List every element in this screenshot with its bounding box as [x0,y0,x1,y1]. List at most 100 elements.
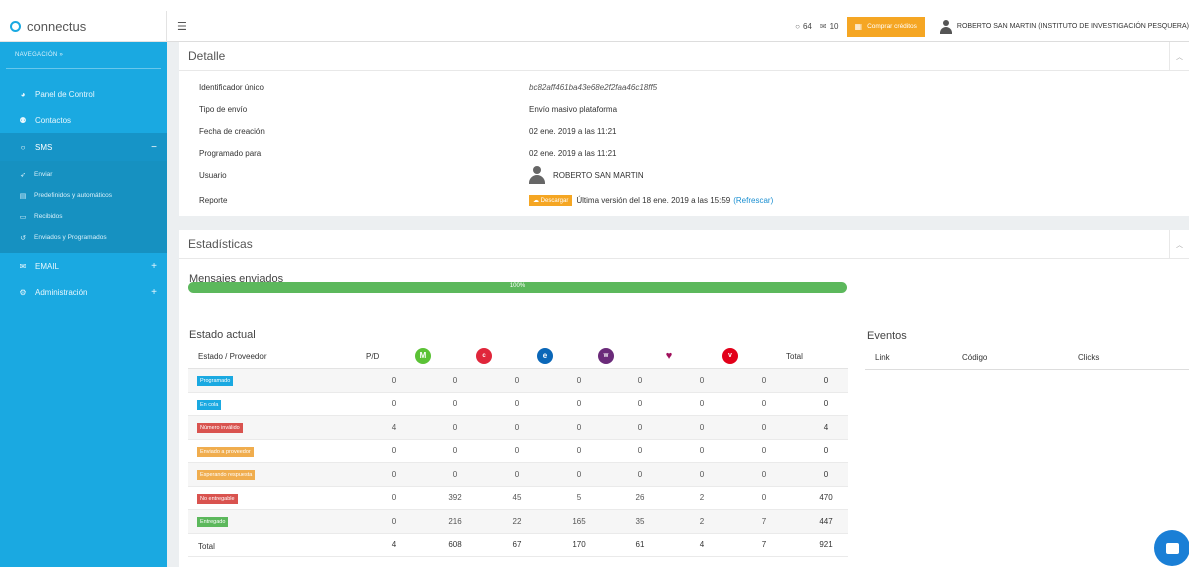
table-cell: 26 [635,493,645,503]
buy-credits-button[interactable]: ▦ Comprar créditos [846,16,925,37]
sidebar-item-administracion[interactable]: ⚙ Administración + [0,279,167,305]
user-avatar-icon [529,166,545,184]
sidebar-item-sms[interactable]: ○ SMS − [0,133,167,161]
movistar-logo: M [414,343,432,368]
sidebar-item-label: Panel de Control [35,89,95,99]
table-cell: 0 [576,399,582,409]
entel-logo: e [536,343,554,368]
main-content: Detalle ︿ Identificador único bc82aff461… [167,42,1189,567]
table-cell: 0 [391,516,397,526]
sidebar-item-panel-de-control[interactable]: ◕ Panel de Control [0,81,167,107]
collapse-detalle-icon[interactable]: ︿ [1169,42,1189,71]
sidebar-item-email[interactable]: ✉ EMAIL + [0,253,167,279]
sidebar-subitem-predefinidos[interactable]: ▤ Predefinidos y automáticos [0,185,167,206]
expand-toggle-icon: + [151,286,157,298]
expand-toggle-icon: + [151,260,157,272]
col-pd-header: P/D [366,352,380,361]
total-cell: 61 [635,540,645,550]
table-row: Entregado 0 216 22 165 35 2 7 447 [188,510,848,534]
table-row: En cola 0 0 0 0 0 0 0 0 [188,393,848,416]
table-cell: 0 [391,446,397,456]
col-clicks-header: Clicks [1078,353,1100,362]
table-cell: 22 [512,516,522,526]
detail-label: Identificador único [199,82,264,92]
user-avatar[interactable] [939,19,953,34]
total-cell: 608 [448,540,462,550]
chat-icon: ○ [795,22,800,31]
table-cell: 0 [514,399,520,409]
download-button[interactable]: ☁ Descargar [529,194,573,206]
history-icon: ↺ [20,234,26,242]
col-total-header: Total [786,352,803,361]
top-strip [0,0,1189,11]
virgin-logo: v [721,343,739,368]
menu-toggle-icon[interactable]: ☰ [177,20,187,33]
collapse-toggle-icon: − [151,141,157,153]
table-cell: 5 [576,493,582,503]
sidebar-subitem-enviados[interactable]: ↺ Enviados y Programados [0,227,167,248]
detalle-title: Detalle [188,49,226,63]
sms-submenu: ➶ Enviar ▤ Predefinidos y automáticos ▭ … [0,161,167,253]
sidebar-item-label: Contactos [35,115,72,125]
chat-counter[interactable]: ○ 64 [795,22,812,31]
mail-count: 10 [829,22,839,31]
refresh-link[interactable]: (Refrescar) [733,196,773,205]
brand-logo[interactable]: connectus [0,11,167,42]
total-cell: 921 [819,540,833,550]
cart-icon: ▦ [854,22,863,31]
table-cell: 0 [637,446,643,456]
user-value-name: ROBERTO SAN MARTIN [553,170,644,180]
table-cell: 0 [699,375,705,385]
send-type-value: Envío masivo plataforma [529,104,618,114]
list-icon: ▤ [19,192,27,200]
total-cell: 7 [761,540,767,550]
table-cell: 0 [637,375,643,385]
table-cell: 4 [391,422,397,432]
table-cell: 0 [823,399,829,409]
table-cell: 0 [391,399,397,409]
table-cell: 0 [823,469,829,479]
table-cell: 0 [823,446,829,456]
table-cell: 0 [699,469,705,479]
table-cell: 0 [452,446,458,456]
mail-counter[interactable]: ✉ 10 [820,22,839,31]
estado-actual-title: Estado actual [189,329,256,341]
brand-name: connectus [27,18,87,34]
sidebar-subitem-recibidos[interactable]: ▭ Recibidos [0,206,167,227]
table-cell: 7 [761,516,767,526]
created-date-value: 02 ene. 2019 a las 11:21 [529,126,617,136]
status-table: Estado / Proveedor P/D M c e W ♥ v Total… [188,343,848,557]
nav-divider [6,68,161,69]
table-cell: 0 [452,422,458,432]
chat-count: 64 [802,22,812,31]
table-cell: 0 [576,469,582,479]
detail-label: Reporte [199,195,228,205]
nav-label: NAVEGACIÓN » [15,52,64,58]
table-cell: 0 [576,375,582,385]
table-cell: 4 [823,422,829,432]
user-name[interactable]: ROBERTO SAN MARTIN (INSTITUTO DE INVESTI… [957,23,1189,30]
status-badge: Programado [197,376,234,386]
table-cell: 0 [452,469,458,479]
sidebar-subitem-enviar[interactable]: ➶ Enviar [0,164,167,185]
gears-icon: ⚙ [19,287,27,297]
col-estado-header: Estado / Proveedor [198,352,267,361]
table-cell: 0 [637,422,643,432]
sidebar-item-contactos[interactable]: ⚉ Contactos [0,107,167,133]
envelope-icon: ✉ [19,261,27,271]
collapse-estadisticas-icon[interactable]: ︿ [1169,230,1189,259]
col-link-header: Link [875,353,890,362]
buy-credits-label: Comprar créditos [867,23,917,30]
status-badge: Entregado [197,517,229,527]
sidebar-item-label: Administración [35,287,88,297]
connectus-logo-icon [10,20,21,32]
table-row: Número inválido 4 0 0 0 0 0 0 4 [188,416,848,440]
status-badge: En cola [197,399,222,410]
detail-label: Usuario [199,170,227,180]
chat-launcher-button[interactable] [1154,530,1189,566]
table-cell: 0 [637,469,643,479]
table-cell: 0 [761,469,767,479]
sent-progress-bar: 100% [188,282,847,293]
sidebar-item-label: SMS [35,142,53,152]
table-cell: 0 [391,375,397,385]
